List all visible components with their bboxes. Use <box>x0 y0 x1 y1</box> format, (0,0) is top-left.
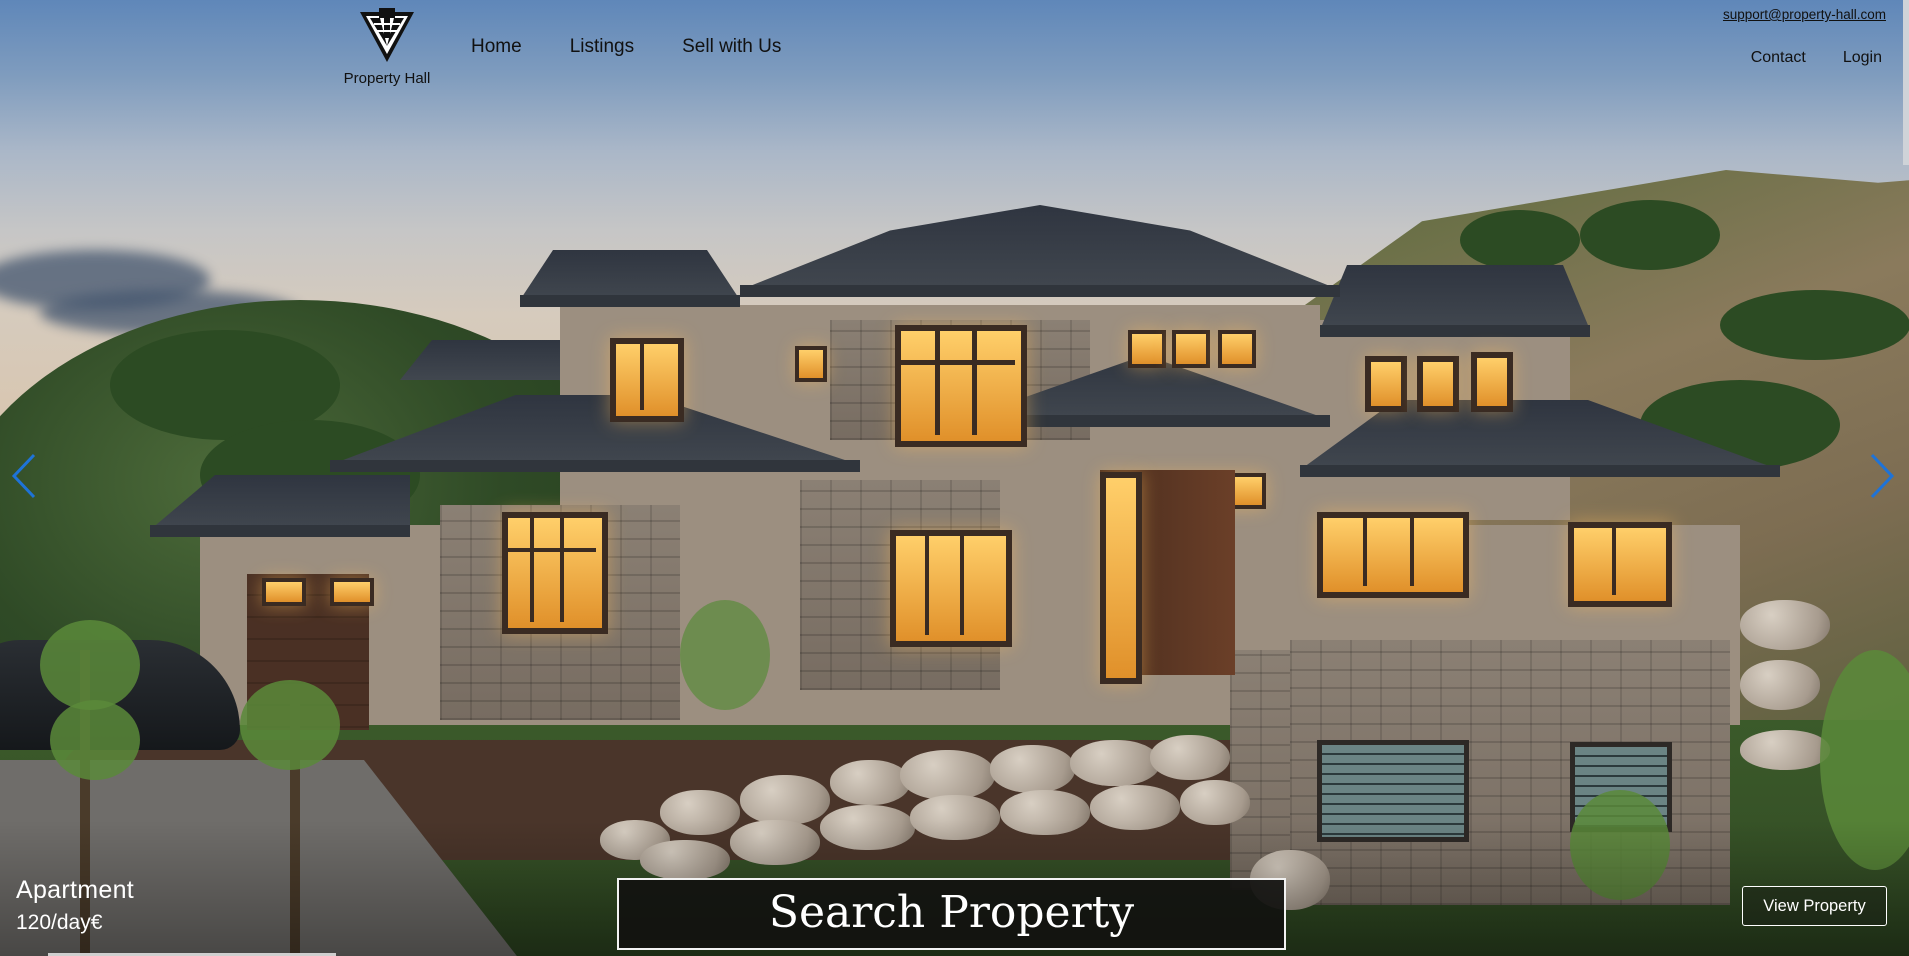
search-property-button[interactable]: Search Property <box>617 878 1286 950</box>
chevron-right-icon <box>1870 453 1895 499</box>
main-nav: Home Listings Sell with Us <box>471 36 829 58</box>
hero-image <box>0 0 1909 956</box>
chevron-left-icon <box>11 453 36 499</box>
page: Property Hall Home Listings Sell with Us… <box>0 0 1909 956</box>
support-email-link[interactable]: support@property-hall.com <box>1723 7 1886 22</box>
slider-prev-button[interactable] <box>10 452 38 500</box>
brand-logo[interactable]: Property Hall <box>336 6 438 87</box>
view-property-button[interactable]: View Property <box>1742 886 1887 926</box>
nav-item-contact[interactable]: Contact <box>1751 49 1806 67</box>
nav-item-home[interactable]: Home <box>471 36 522 58</box>
scrollbar-thumb[interactable] <box>1903 0 1909 165</box>
nav-item-login[interactable]: Login <box>1843 49 1882 67</box>
slider-next-button[interactable] <box>1868 452 1896 500</box>
nav-item-listings[interactable]: Listings <box>570 36 634 58</box>
brand-name: Property Hall <box>343 70 431 87</box>
property-price: 120/day€ <box>16 911 103 934</box>
account-nav: Contact Login <box>1714 49 1882 67</box>
property-type: Apartment <box>16 876 135 904</box>
building-logo-icon <box>360 8 414 62</box>
slide-caption: Apartment 120/day€ <box>16 876 134 935</box>
nav-item-sell-with-us[interactable]: Sell with Us <box>682 36 781 58</box>
